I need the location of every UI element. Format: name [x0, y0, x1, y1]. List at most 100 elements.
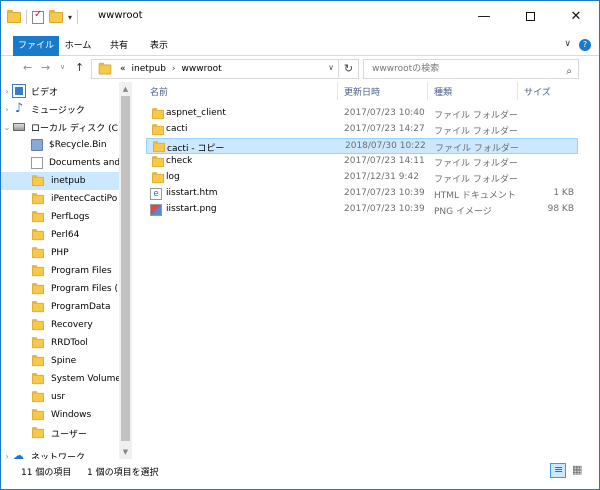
ribbon-tabs: ファイル ホーム 共有 表示 ∨ ?	[1, 36, 599, 56]
folder-icon	[32, 408, 44, 420]
nav-item-documents-and-settings[interactable]: Documents and	[1, 154, 119, 172]
chevron-right-icon[interactable]: ›	[1, 105, 13, 114]
nav-item-label: ビデオ	[31, 87, 59, 98]
large-icons-view-button[interactable]	[569, 463, 585, 478]
folder-icon	[32, 282, 44, 294]
details-view-button[interactable]	[550, 463, 566, 478]
nav-item-perflogs[interactable]: PerfLogs	[1, 208, 119, 226]
file-row[interactable]: check 2017/07/23 14:11 ファイル フォルダー	[146, 154, 578, 170]
title-bar: ▾ wwwroot — ✕	[1, 1, 599, 32]
nav-item-programdata[interactable]: ProgramData	[1, 298, 119, 316]
folder-icon	[32, 246, 44, 258]
nav-item-program-files[interactable]: Program Files	[1, 262, 119, 280]
file-date: 2017/07/23 10:40	[344, 108, 425, 118]
nav-item-music[interactable]: › ♪ ミュージック	[1, 100, 119, 118]
status-bar: 11 個の項目 1 個の項目を選択	[1, 459, 599, 489]
nav-item-label: iPentecCactiPo	[51, 194, 118, 204]
nav-item-system-volume[interactable]: System Volume	[1, 370, 119, 388]
nav-item-usr[interactable]: usr	[1, 388, 119, 406]
file-row[interactable]: e iisstart.htm 2017/07/23 10:39 HTML ドキュ…	[146, 186, 578, 202]
tab-view[interactable]: 表示	[142, 36, 176, 56]
close-button[interactable]: ✕	[553, 1, 599, 32]
nav-item-network[interactable]: › ☁ ネットワーク	[1, 447, 119, 460]
navigation-pane: › ビデオ › ♪ ミュージック ⌄ ローカル ディスク (C $Recycle…	[1, 82, 131, 459]
file-row[interactable]: log 2017/12/31 9:42 ファイル フォルダー	[146, 170, 578, 186]
refresh-button[interactable]: ↻	[339, 59, 359, 79]
breadcrumb-wwwroot[interactable]: wwwroot	[182, 64, 222, 74]
properties-icon[interactable]	[32, 9, 44, 24]
selection-count: 1 個の項目を選択	[87, 468, 159, 478]
help-icon[interactable]: ?	[579, 39, 591, 51]
up-arrow-icon[interactable]: ↑	[75, 61, 84, 74]
chevron-down-icon[interactable]: ⌄	[1, 123, 13, 132]
column-header-name[interactable]: 名前	[150, 85, 168, 98]
folder-icon	[98, 62, 112, 74]
folder-icon	[32, 192, 44, 204]
nav-item-users[interactable]: ユーザー	[1, 424, 119, 442]
nav-item-program-files-x86[interactable]: Program Files (	[1, 280, 119, 298]
file-row[interactable]: aspnet_client 2017/07/23 10:40 ファイル フォルダ…	[146, 106, 578, 122]
file-row[interactable]: iisstart.png 2017/07/23 10:39 PNG イメージ 9…	[146, 202, 578, 218]
folder-icon	[32, 426, 44, 438]
column-header-date[interactable]: 更新日時	[344, 85, 380, 98]
tab-file[interactable]: ファイル	[13, 36, 59, 56]
file-name: iisstart.htm	[166, 188, 218, 198]
nav-item-recycle-bin[interactable]: $Recycle.Bin	[1, 136, 119, 154]
search-icon: ⌕	[566, 66, 572, 77]
column-header-type[interactable]: 種類	[434, 85, 452, 98]
separator	[77, 10, 79, 24]
file-date: 2017/07/23 14:11	[344, 156, 425, 166]
file-row[interactable]: cacti 2017/07/23 14:27 ファイル フォルダー	[146, 122, 578, 138]
breadcrumb-separator[interactable]: ›	[172, 64, 176, 74]
nav-item-inetpub[interactable]: inetpub	[1, 172, 119, 190]
file-type: ファイル フォルダー	[434, 159, 518, 169]
file-name: iisstart.png	[166, 204, 217, 214]
column-divider[interactable]	[337, 82, 338, 100]
column-header-size[interactable]: サイズ	[524, 85, 551, 98]
column-divider[interactable]	[427, 82, 428, 100]
new-folder-icon[interactable]	[49, 9, 63, 23]
file-name: check	[166, 156, 193, 166]
customize-toolbar-icon[interactable]: ▾	[68, 13, 72, 22]
nav-item-recovery[interactable]: Recovery	[1, 316, 119, 334]
nav-item-rrdtool[interactable]: RRDTool	[1, 334, 119, 352]
nav-pane-scrollbar[interactable]: ▲ ▼	[119, 82, 132, 459]
window-title: wwwroot	[98, 10, 143, 21]
tab-home[interactable]: ホーム	[61, 36, 95, 56]
chevron-right-icon[interactable]: ›	[1, 87, 13, 96]
back-arrow-icon[interactable]: ←	[23, 61, 32, 74]
nav-item-ipenteccactipo[interactable]: iPentecCactiPo	[1, 190, 119, 208]
scroll-down-icon[interactable]: ▼	[119, 445, 132, 459]
scroll-up-icon[interactable]: ▲	[119, 82, 132, 96]
nav-item-video[interactable]: › ビデオ	[1, 82, 119, 100]
nav-item-label: $Recycle.Bin	[49, 140, 107, 150]
file-row-selected[interactable]: cacti - コピー 2018/07/30 10:22 ファイル フォルダー	[146, 138, 578, 154]
scrollbar-thumb[interactable]	[121, 96, 130, 441]
nav-item-label: RRDTool	[51, 338, 88, 348]
chevron-right-icon[interactable]: ›	[1, 452, 13, 460]
nav-item-label: ローカル ディスク (C	[31, 123, 118, 134]
nav-item-label: PerfLogs	[51, 212, 90, 222]
nav-item-label: Program Files (	[51, 284, 118, 294]
address-bar[interactable]: « inetpub › wwwroot ∨	[91, 59, 339, 79]
recent-locations-icon[interactable]: ∨	[60, 63, 65, 71]
expand-ribbon-icon[interactable]: ∨	[564, 39, 571, 51]
nav-item-windows[interactable]: Windows	[1, 406, 119, 424]
file-date: 2017/07/23 10:39	[344, 188, 425, 198]
nav-item-spine[interactable]: Spine	[1, 352, 119, 370]
chevron-down-icon[interactable]: ∨	[328, 63, 334, 72]
maximize-button[interactable]	[507, 1, 553, 32]
forward-arrow-icon[interactable]: →	[41, 61, 50, 74]
breadcrumb-inetpub[interactable]: inetpub	[132, 64, 166, 74]
file-type: ファイル フォルダー	[434, 175, 518, 185]
nav-item-php[interactable]: PHP	[1, 244, 119, 262]
breadcrumb-overflow[interactable]: «	[120, 64, 126, 74]
nav-item-label: Program Files	[51, 266, 112, 276]
minimize-button[interactable]: —	[461, 1, 507, 32]
nav-item-perl64[interactable]: Perl64	[1, 226, 119, 244]
search-input[interactable]: wwwrootの検索 ⌕	[363, 59, 579, 79]
file-type: ファイル フォルダー	[434, 127, 518, 137]
tab-share[interactable]: 共有	[102, 36, 136, 56]
nav-item-local-disk[interactable]: ⌄ ローカル ディスク (C	[1, 118, 119, 136]
column-divider[interactable]	[517, 82, 518, 100]
